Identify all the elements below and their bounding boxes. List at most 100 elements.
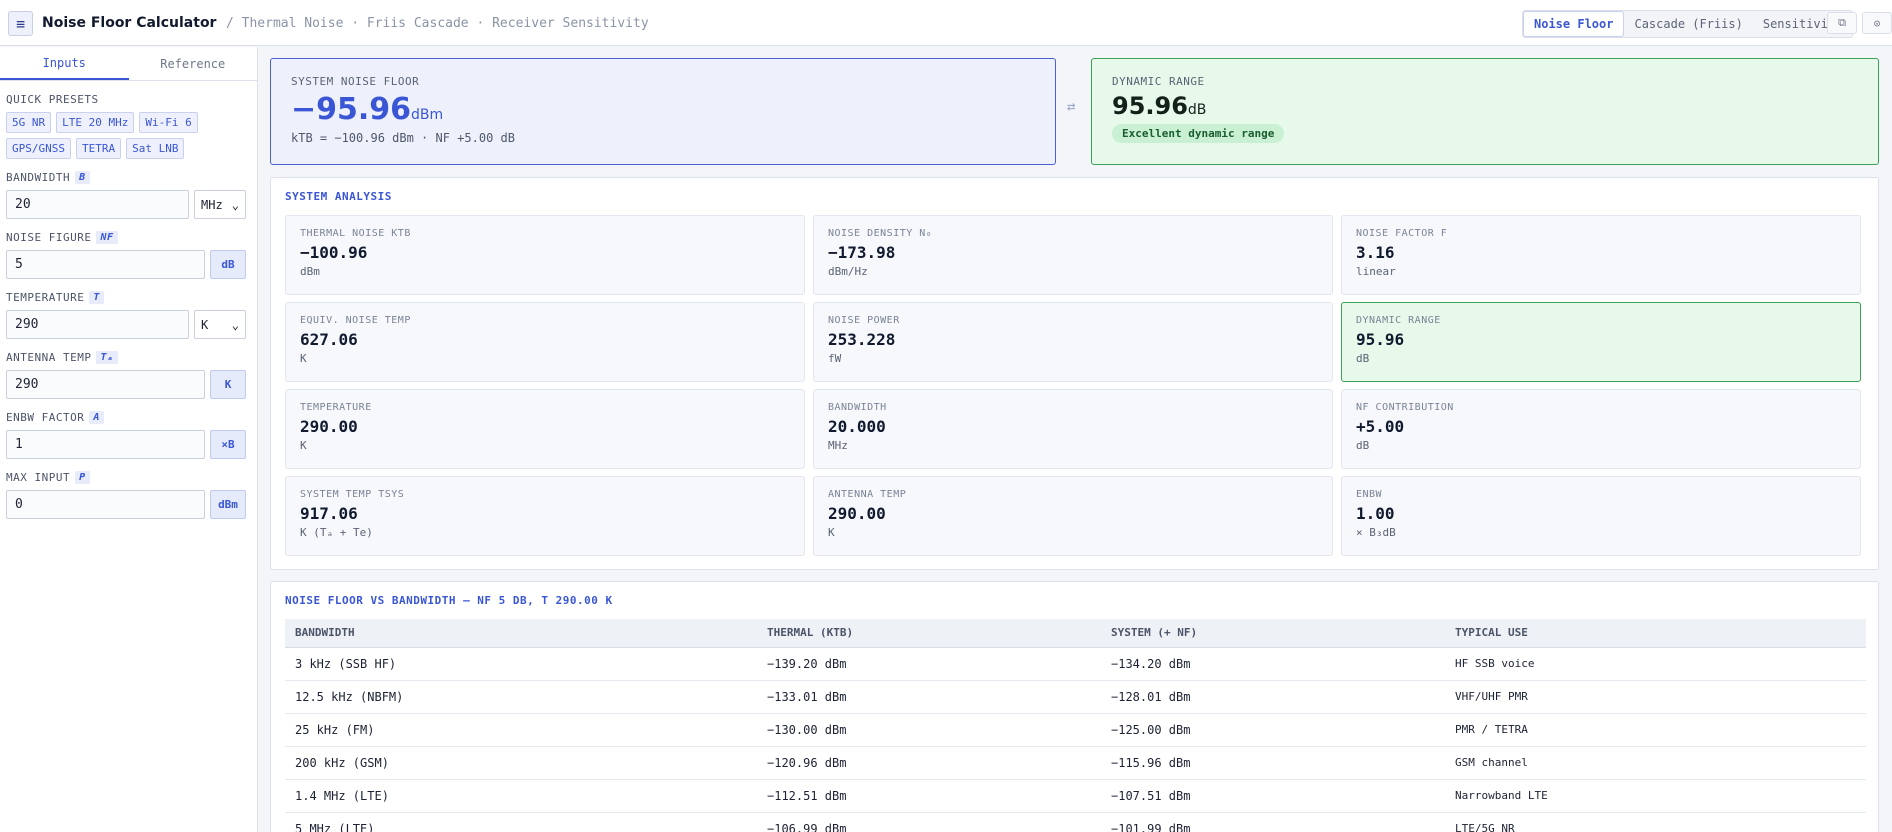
noise-figure-input[interactable]: 5 — [6, 250, 205, 279]
metric-label: SYSTEM TEMP TSYS — [300, 489, 405, 500]
table-row: 12.5 kHz (NBFM) −133.01 dBm −128.01 dBm VHF… — [285, 680, 1866, 714]
sidebar: Inputs Reference QUICK PRESETS 5G NR LTE… — [0, 47, 258, 832]
table-row: 200 kHz (GSM) −120.96 dBm −115.96 dBm GSM c… — [285, 746, 1866, 780]
dynamic-range-badge: Excellent dynamic range — [1112, 124, 1285, 143]
temperature-label: TEMPERATURE T — [6, 291, 251, 304]
mode-noise-floor[interactable]: Noise Floor — [1523, 11, 1625, 37]
metric-unit: K (Tₐ + Te) — [300, 526, 373, 539]
metric-card: ANTENNA TEMP 290.00 K — [813, 476, 1333, 556]
table-row: 3 kHz (SSB HF) −139.20 dBm −134.20 dBm HF S… — [285, 647, 1866, 681]
metric-label: EQUIV. NOISE TEMP — [300, 315, 411, 326]
metric-card: BANDWIDTH 20.000 MHz — [813, 389, 1333, 469]
preset-gps[interactable]: GPS/GNSS — [6, 138, 71, 159]
table-cell: Narrowband LTE — [1445, 779, 1866, 813]
noise-floor-hero-label: SYSTEM NOISE FLOOR — [291, 75, 420, 88]
table-cell: −134.20 dBm — [1101, 647, 1445, 681]
metric-label: ENBW — [1356, 489, 1383, 500]
bandwidth-table-panel: NOISE FLOOR VS BANDWIDTH — NF 5 DB, T 29… — [270, 581, 1879, 832]
metric-unit: linear — [1356, 265, 1396, 278]
noise-floor-unit: dBm — [411, 107, 444, 123]
metric-value: 627.06 — [300, 330, 358, 349]
copy-icon[interactable]: ⧉ — [1827, 12, 1857, 34]
preset-tetra[interactable]: TETRA — [75, 138, 122, 159]
preset-5g-nr[interactable]: 5G NR — [6, 112, 52, 133]
preset-lte-20[interactable]: LTE 20 MHz — [56, 112, 135, 133]
metric-unit: dBm/Hz — [828, 265, 868, 278]
table-cell: −130.00 dBm — [757, 713, 1101, 747]
table-cell: LTE/5G NR — [1445, 812, 1866, 832]
metric-card: DYNAMIC RANGE 95.96 dB — [1341, 302, 1861, 382]
metric-unit: × B₃dB — [1356, 526, 1396, 539]
metric-unit: dBm — [300, 265, 320, 278]
mode-switcher: Noise Floor Cascade (Friis) Sensitivity — [1522, 10, 1854, 38]
antenna-temp-input[interactable]: 290 — [6, 370, 205, 399]
antenna-temp-symbol: Tₐ — [96, 351, 118, 364]
metric-value: 917.06 — [300, 504, 358, 523]
metric-unit: K — [300, 439, 307, 452]
metric-card: NF CONTRIBUTION +5.00 dB — [1341, 389, 1861, 469]
antenna-temp-unit: K — [210, 370, 246, 399]
metric-label: ANTENNA TEMP — [828, 489, 907, 500]
metric-label: NOISE DENSITY N₀ — [828, 228, 933, 239]
max-input-label-text: MAX INPUT — [6, 471, 71, 484]
chevron-down-icon: ⌄ — [231, 317, 239, 332]
bandwidth-label: BANDWIDTH B — [6, 171, 251, 184]
main-content: SYSTEM NOISE FLOOR −95.96dBm kTB = −100.… — [259, 47, 1892, 832]
tab-reference[interactable]: Reference — [129, 47, 258, 80]
table-cell: −120.96 dBm — [757, 746, 1101, 780]
bandwidth-unit-value: MHz — [201, 197, 223, 212]
metric-card: NOISE FACTOR F 3.16 linear — [1341, 215, 1861, 295]
metric-label: NOISE FACTOR F — [1356, 228, 1448, 239]
system-analysis-panel: SYSTEM ANALYSIS THERMAL NOISE KTB −100.96… — [270, 177, 1879, 570]
preset-wifi6[interactable]: Wi-Fi 6 — [139, 112, 198, 133]
preset-sat-lnb[interactable]: Sat LNB — [126, 138, 185, 159]
bandwidth-input[interactable]: 20 — [6, 190, 189, 219]
noise-floor-hero-value: −95.96dBm — [291, 92, 1035, 127]
table-cell: 12.5 kHz (NBFM) — [285, 680, 757, 714]
dynamic-range-hero-label: DYNAMIC RANGE — [1112, 75, 1205, 88]
antenna-temp-label: ANTENNA TEMP Tₐ — [6, 351, 251, 364]
table-cell: 5 MHz (LTE) — [285, 812, 757, 832]
metric-label: TEMPERATURE — [300, 402, 372, 413]
noise-figure-symbol: NF — [96, 231, 118, 244]
table-cell: −139.20 dBm — [757, 647, 1101, 681]
metric-label: NOISE POWER — [828, 315, 900, 326]
max-input-input[interactable]: 0 — [6, 490, 205, 519]
noise-figure-label-text: NOISE FIGURE — [6, 231, 92, 244]
column-header: SYSTEM (+ NF) — [1101, 619, 1445, 648]
preset-list: 5G NR LTE 20 MHz Wi-Fi 6 GPS/GNSS TETRA … — [6, 112, 206, 159]
temperature-unit-select[interactable]: K ⌄ — [194, 310, 246, 339]
metric-card: TEMPERATURE 290.00 K — [285, 389, 805, 469]
bandwidth-label-text: BANDWIDTH — [6, 171, 71, 184]
temperature-symbol: T — [89, 291, 104, 304]
metric-label: THERMAL NOISE KTB — [300, 228, 411, 239]
noise-figure-label: NOISE FIGURE NF — [6, 231, 251, 244]
system-analysis-title: SYSTEM ANALYSIS — [285, 190, 392, 203]
metric-value: 3.16 — [1356, 243, 1395, 262]
dynamic-range-number: 95.96 — [1112, 92, 1188, 120]
help-icon[interactable]: ⊙ — [1862, 12, 1892, 34]
max-input-symbol: P — [75, 471, 90, 484]
metric-unit: dB — [1356, 439, 1370, 452]
tab-inputs[interactable]: Inputs — [0, 47, 129, 80]
table-cell: −128.01 dBm — [1101, 680, 1445, 714]
table-body: 3 kHz (SSB HF) −139.20 dBm −134.20 dBm HF S… — [285, 647, 1866, 832]
metric-unit: K — [828, 526, 835, 539]
column-header: THERMAL (KTB) — [757, 619, 1101, 648]
table-cell: 1.4 MHz (LTE) — [285, 779, 757, 813]
bandwidth-symbol: B — [75, 171, 90, 184]
temperature-input[interactable]: 290 — [6, 310, 189, 339]
menu-icon[interactable]: ≡ — [8, 11, 33, 36]
dynamic-range-hero-value: 95.96dB — [1112, 92, 1858, 120]
noise-floor-formula: kTB = −100.96 dBm · NF +5.00 dB — [291, 131, 515, 145]
max-input-unit: dBm — [210, 490, 246, 519]
metric-value: −173.98 — [828, 243, 896, 262]
metric-value: +5.00 — [1356, 417, 1405, 436]
enbw-factor-input[interactable]: 1 — [6, 430, 205, 459]
app-header: ≡ Noise Floor Calculator / Thermal Noise… — [0, 0, 1892, 46]
breadcrumb: / Thermal Noise · Friis Cascade · Receiv… — [226, 16, 649, 31]
mode-cascade[interactable]: Cascade (Friis) — [1624, 11, 1752, 37]
metric-value: 95.96 — [1356, 330, 1405, 349]
bandwidth-unit-select[interactable]: MHz ⌄ — [194, 190, 246, 219]
metric-value: 253.228 — [828, 330, 896, 349]
